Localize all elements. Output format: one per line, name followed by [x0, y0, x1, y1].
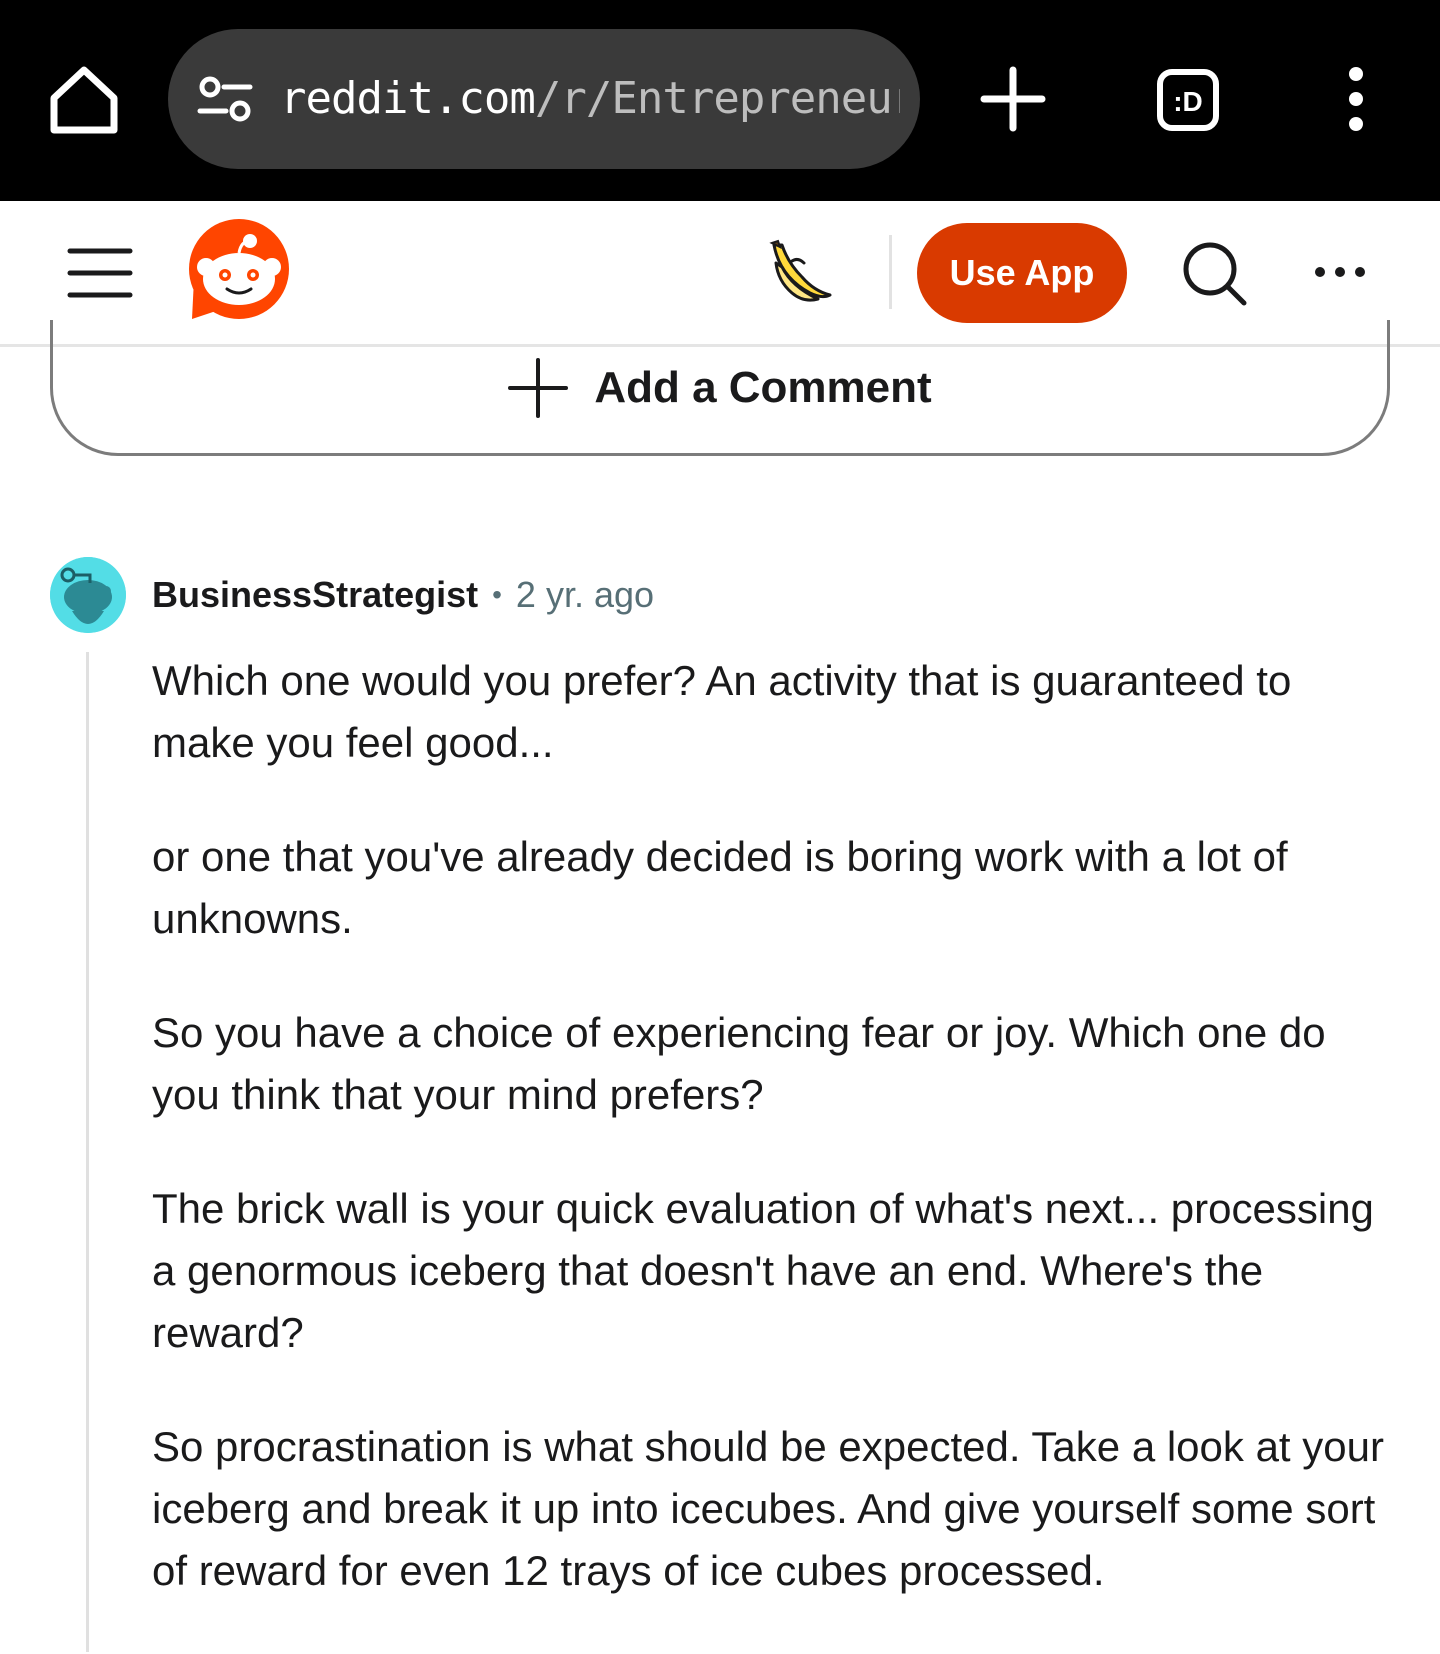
- comment-paragraph: or one that you've already decided is bo…: [152, 833, 1288, 942]
- avatar[interactable]: [50, 557, 126, 633]
- snoo-avatar-icon: [50, 557, 126, 633]
- comment-paragraph: So procrastination is what should be exp…: [152, 1423, 1384, 1594]
- url-path: /r/Entrepreneur/: [534, 73, 900, 124]
- header-divider: [889, 235, 892, 309]
- comment-paragraph: The brick wall is your quick evaluation …: [152, 1185, 1374, 1356]
- plus-icon: [508, 358, 569, 418]
- search-icon[interactable]: [1180, 239, 1250, 309]
- browser-toolbar: reddit.com/r/Entrepreneur/ :D: [0, 0, 1440, 201]
- more-horizontal-icon[interactable]: [1312, 257, 1368, 287]
- comment-paragraph: Which one would you prefer? An activity …: [152, 657, 1292, 766]
- url-host: reddit.com: [280, 73, 536, 124]
- tab-switcher-button[interactable]: :D: [1156, 68, 1220, 132]
- banana-icon[interactable]: [764, 237, 836, 309]
- add-comment-label: Add a Comment: [594, 363, 932, 412]
- use-app-button[interactable]: Use App: [917, 223, 1127, 323]
- comment-timestamp: 2 yr. ago: [515, 574, 655, 615]
- url-text[interactable]: reddit.com/r/Entrepreneur/: [280, 67, 900, 131]
- meta-separator: •: [492, 579, 502, 610]
- kebab-menu-icon[interactable]: [1336, 66, 1376, 132]
- reddit-logo[interactable]: [186, 219, 292, 325]
- site-settings-icon[interactable]: [196, 75, 254, 123]
- tab-switcher-icon: :D: [1157, 69, 1219, 131]
- comment-body: Which one would you prefer? An activity …: [152, 650, 1392, 1654]
- add-comment-button[interactable]: Add a Comment: [50, 320, 1390, 456]
- tabs-icon-label: :D: [1173, 86, 1203, 117]
- home-icon[interactable]: [44, 60, 124, 140]
- comment-meta: BusinessStrategist • 2 yr. ago: [152, 570, 654, 620]
- hamburger-menu-icon[interactable]: [66, 245, 134, 301]
- comment-paragraph: So you have a choice of experiencing fea…: [152, 1009, 1326, 1118]
- new-tab-button[interactable]: [980, 66, 1046, 132]
- thread-line[interactable]: [86, 652, 89, 1652]
- comment-author[interactable]: BusinessStrategist: [152, 574, 478, 616]
- address-bar[interactable]: reddit.com/r/Entrepreneur/: [168, 29, 920, 169]
- plus-icon: [980, 66, 1046, 132]
